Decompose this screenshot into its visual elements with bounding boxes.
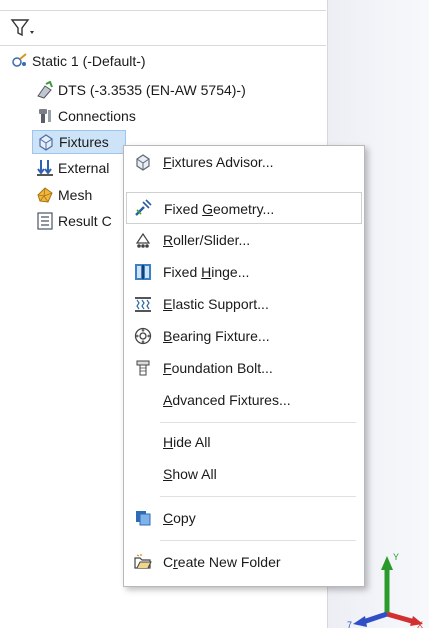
elastic-support-icon [135,297,151,312]
tree-item-external-loads[interactable]: External [36,157,124,179]
tree-item-label: External [58,160,110,176]
tree-item-label: DTS (-3.3535 (EN-AW 5754)-) [58,82,246,98]
copy-icon [136,511,151,526]
static-study-icon [12,53,27,67]
menu-separator [160,540,356,541]
menu-item-label: Advanced Fixtures... [163,392,291,408]
menu-item-show-all[interactable]: Show All [126,458,362,490]
menu-item-label: Copy [163,510,196,526]
menu-item-label: Foundation Bolt... [163,360,273,376]
tree-filter-bar [0,10,326,46]
menu-item-label: Create New Folder [163,554,281,570]
menu-item-label: Fixed Hinge... [163,264,250,280]
external-loads-icon [37,160,53,176]
tree-item-label: Fixtures [59,134,109,150]
menu-item-label: Show All [163,466,217,482]
fixed-geometry-icon [135,199,152,216]
tree-item-label: Connections [58,108,136,124]
menu-item-foundation-bolt[interactable]: Foundation Bolt... [126,352,362,384]
tree-item-label: Static 1 (-Default-) [32,53,146,69]
roller-slider-icon [135,232,151,248]
menu-separator [160,422,356,423]
menu-item-fixtures-advisor[interactable]: Fixtures Advisor... [126,146,362,178]
menu-item-label: Fixed Geometry... [164,201,275,217]
menu-item-advanced-fixtures[interactable]: Advanced Fixtures... [126,384,362,416]
tree-item-mesh[interactable]: Mesh [36,184,124,206]
menu-separator [160,496,356,497]
menu-item-roller-slider[interactable]: Roller/Slider... [126,224,362,256]
filter-icon[interactable] [10,17,36,39]
tree-item-label: Mesh [58,187,93,203]
menu-item-copy[interactable]: Copy [126,502,362,534]
menu-item-fixed-hinge[interactable]: Fixed Hinge... [126,256,362,288]
new-folder-icon [134,554,152,569]
bearing-fixture-icon [134,327,152,345]
part-material-icon [37,81,53,99]
tree-item-connections[interactable]: Connections [36,105,196,127]
tree-item-material[interactable]: DTS (-3.3535 (EN-AW 5754)-) [36,79,316,101]
mesh-icon [37,187,53,203]
menu-item-fixed-geometry[interactable]: Fixed Geometry... [126,192,362,224]
foundation-bolt-icon [136,360,150,376]
menu-item-label: Elastic Support... [163,296,269,312]
menu-item-label: Roller/Slider... [163,232,251,248]
fixed-hinge-icon [135,264,151,280]
results-icon [37,212,53,230]
fixtures-context-menu: Fixtures Advisor... Fixed Geometry... Ro… [123,145,365,587]
tree-item-label: Result C [58,213,112,229]
menu-item-label: Hide All [163,434,211,450]
menu-item-label: Fixtures Advisor... [163,154,274,170]
menu-item-create-new-folder[interactable]: Create New Folder [126,546,362,578]
fixtures-icon [39,134,53,151]
connections-icon [39,109,51,123]
reference-triad-icon[interactable]: Y X 7 [345,548,425,628]
menu-item-hide-all[interactable]: Hide All [126,426,362,458]
tree-item-fixtures[interactable]: Fixtures [32,130,126,154]
menu-item-label: Bearing Fixture... [163,328,270,344]
tree-item-results[interactable]: Result C [36,210,124,232]
fixtures-advisor-icon [136,154,150,171]
triad-y-label: Y [393,552,399,562]
menu-item-elastic-support[interactable]: Elastic Support... [126,288,362,320]
tree-item-study[interactable]: Static 1 (-Default-) [10,50,230,72]
triad-z-label: 7 [347,620,352,628]
triad-x-label: X [417,620,423,628]
menu-item-bearing-fixture[interactable]: Bearing Fixture... [126,320,362,352]
